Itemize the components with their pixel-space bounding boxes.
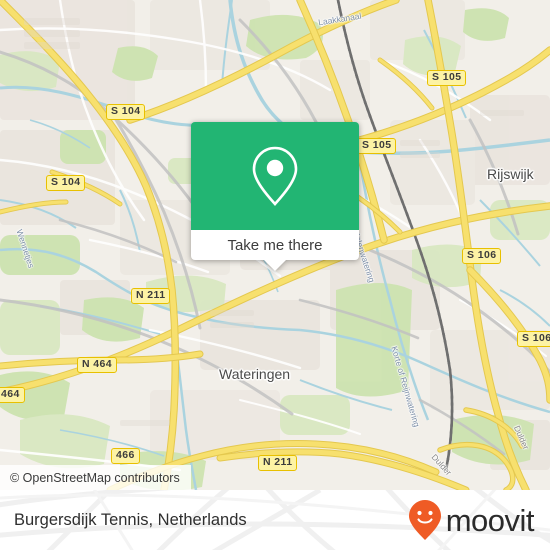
road-shield: S 105 [427,70,467,86]
road-shield: N 211 [131,288,171,304]
road-shield: N 464 [77,357,118,373]
moovit-map-page: .g { fill:#cde3b0; } .g2 { fill:#d9e8c2;… [0,0,550,550]
road-shield: S 104 [106,104,146,120]
popup-icon-area [191,122,359,230]
road-shield: S 106 [462,248,502,264]
place-label-wateringen: Wateringen [219,366,291,382]
road-shield: N 211 [258,455,298,471]
map-canvas[interactable]: .g { fill:#cde3b0; } .g2 { fill:#d9e8c2;… [0,0,550,490]
page-title: Burgersdijk Tennis, Netherlands [14,490,247,550]
page-title-text: Burgersdijk Tennis, Netherlands [14,510,247,529]
map-pin-icon [252,146,298,206]
attribution-text: © OpenStreetMap contributors [10,470,180,485]
road-shield: S 106 [517,331,550,347]
road-shield: S 104 [46,175,86,191]
footer-bar: Burgersdijk Tennis, Netherlands moovit [0,490,550,550]
road-shield: 466 [111,448,140,464]
road-shield: 464 [0,387,25,403]
location-popup-card[interactable]: Take me there [191,122,359,271]
map-attribution[interactable]: © OpenStreetMap contributors [0,465,191,490]
moovit-smiley-pin-icon [408,500,441,540]
moovit-wordmark: moovit [445,502,535,538]
road-shield: S 105 [357,138,397,154]
take-me-there-label: Take me there [227,236,323,254]
moovit-brand[interactable]: moovit [408,490,535,550]
popup-pointer-tail [264,260,286,271]
popup-cta-area[interactable]: Take me there [191,230,359,260]
place-label-rijswijk: Rijswijk [487,166,534,182]
